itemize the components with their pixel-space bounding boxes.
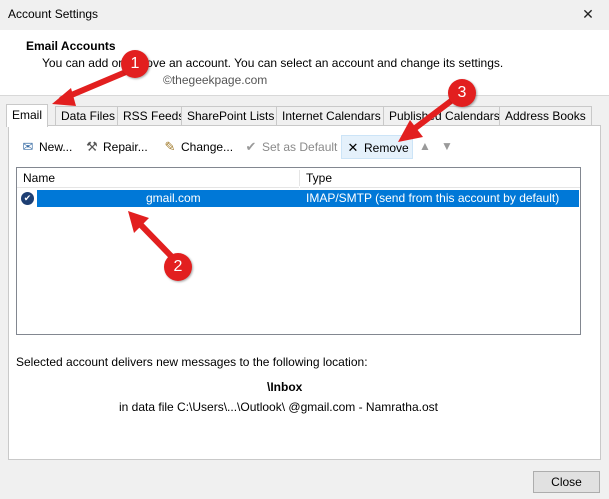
tab-address-books[interactable]: Address Books: [499, 106, 592, 126]
column-header-type[interactable]: Type: [300, 168, 580, 188]
delivery-location-label: Selected account delivers new messages t…: [16, 355, 368, 369]
column-header-name[interactable]: Name: [17, 168, 299, 188]
default-account-check-icon: ✔: [21, 192, 34, 205]
mail-icon: ✉: [22, 139, 34, 154]
delivery-folder: \Inbox: [267, 380, 303, 394]
tab-internet-calendars[interactable]: Internet Calendars: [276, 106, 387, 126]
x-icon: ✕: [347, 140, 359, 155]
annotation-badge-2: 2: [164, 253, 192, 281]
section-description: You can add or remove an account. You ca…: [42, 56, 504, 70]
email-tab-panel: ✉ New... ⚒ Repair... ✎ Change... ✔ Set as De…: [8, 125, 601, 460]
repair-button[interactable]: ⚒ Repair...: [81, 135, 151, 159]
account-name: gmail.com: [146, 191, 201, 205]
new-account-label: New...: [39, 140, 73, 154]
tools-icon: ⚒: [86, 139, 98, 154]
tab-sharepoint-lists[interactable]: SharePoint Lists: [181, 106, 281, 126]
new-account-button[interactable]: ✉ New...: [17, 135, 75, 159]
check-circle-icon: ✔: [245, 139, 257, 154]
tab-rss-feeds[interactable]: RSS Feeds: [117, 106, 191, 126]
edit-icon: ✎: [164, 139, 176, 154]
annotation-badge-3: 3: [448, 79, 476, 107]
window-close-icon[interactable]: ✕: [573, 2, 603, 26]
section-title: Email Accounts: [26, 39, 116, 53]
set-as-default-button[interactable]: ✔ Set as Default: [240, 135, 340, 159]
accounts-list[interactable]: Name Type ✔ gmail.com IMAP/SMTP (send fr…: [16, 167, 581, 335]
arrow-down-icon[interactable]: ▼: [441, 139, 453, 153]
delivery-data-file: in data file C:\Users\...\Outlook\ @gmai…: [119, 400, 438, 414]
repair-label: Repair...: [103, 140, 148, 154]
tab-email[interactable]: Email: [6, 104, 49, 127]
tab-data-files[interactable]: Data Files: [55, 106, 122, 126]
remove-label: Remove: [364, 141, 409, 155]
window-title: Account Settings: [8, 7, 99, 21]
remove-button[interactable]: ✕ Remove: [341, 135, 413, 159]
arrow-up-icon[interactable]: ▲: [419, 139, 431, 153]
change-button[interactable]: ✎ Change...: [159, 135, 236, 159]
tab-published-calendars[interactable]: Published Calendars: [383, 106, 506, 126]
account-type: IMAP/SMTP (send from this account by def…: [306, 191, 560, 205]
set-as-default-label: Set as Default: [262, 140, 338, 154]
change-label: Change...: [181, 140, 234, 154]
close-button[interactable]: Close: [533, 471, 600, 493]
watermark-text: ©thegeekpage.com: [163, 73, 268, 87]
annotation-badge-1: 1: [121, 50, 149, 78]
header: Email Accounts You can add or remove an …: [0, 30, 609, 96]
table-row[interactable]: ✔ gmail.com IMAP/SMTP (send from this ac…: [18, 190, 579, 207]
title-bar: Account Settings ✕: [0, 0, 609, 30]
